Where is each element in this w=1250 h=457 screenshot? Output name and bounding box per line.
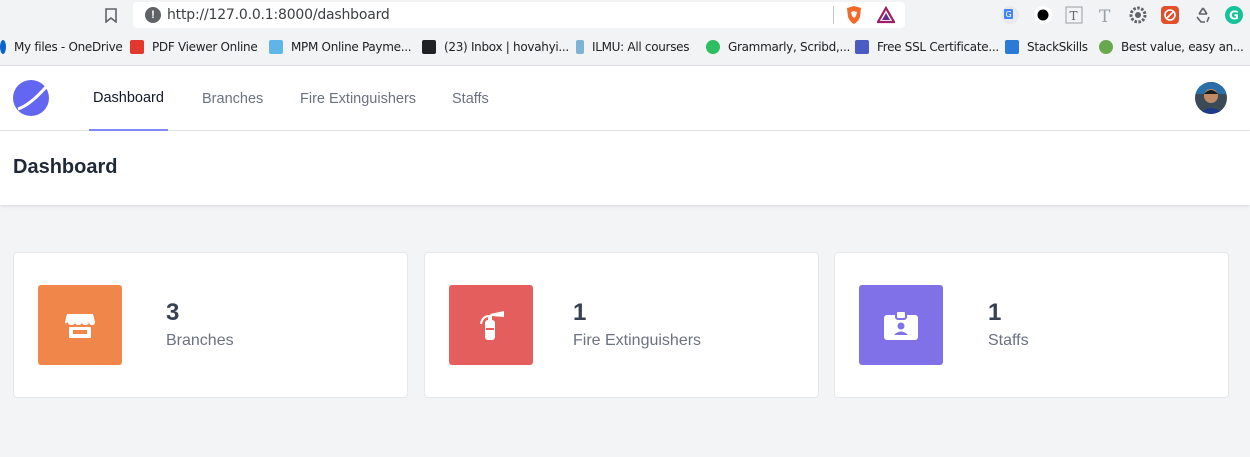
stat-card-branches[interactable]: 3 Branches	[13, 252, 408, 398]
evernote-icon	[706, 40, 720, 54]
bookmark-label: Grammarly, Scribd,...	[728, 40, 850, 54]
fire-extinguisher-icon	[449, 285, 533, 365]
ilmu-icon	[576, 40, 584, 54]
bookmark-item[interactable]: Free SSL Certificate...	[855, 38, 999, 56]
stat-count: 1	[573, 299, 587, 326]
brave-shield-icon[interactable]	[845, 5, 863, 25]
bookmark-label: (23) Inbox | hovahyi...	[444, 40, 569, 54]
svg-text:G: G	[1006, 10, 1012, 19]
bookmark-label: MPM Online Payme...	[291, 40, 412, 54]
app-navbar: Dashboard Branches Fire Extinguishers St…	[0, 66, 1250, 131]
stat-card-staffs[interactable]: 1 Staffs	[834, 252, 1229, 398]
block-icon[interactable]	[1160, 5, 1180, 25]
user-avatar[interactable]	[1195, 82, 1227, 114]
bookmark-icon[interactable]	[103, 6, 119, 24]
pdf-icon	[130, 40, 144, 54]
page-header: Dashboard	[0, 131, 1250, 205]
bookmark-label: My files - OneDrive	[14, 40, 123, 54]
bookmark-label: Free SSL Certificate...	[877, 40, 999, 54]
bookmark-item[interactable]: (23) Inbox | hovahyi...	[422, 38, 569, 56]
browser-chrome: ! http://127.0.0.1:8000/dashboard G T T	[0, 0, 1250, 66]
nav-fire-extinguishers[interactable]: Fire Extinguishers	[296, 66, 420, 131]
stat-count: 3	[166, 299, 180, 326]
recycle-icon[interactable]	[1193, 5, 1213, 25]
app-logo-icon[interactable]	[12, 79, 50, 117]
url-text[interactable]: http://127.0.0.1:8000/dashboard	[167, 7, 390, 23]
onedrive-icon	[0, 40, 6, 54]
nav-staffs[interactable]: Staffs	[448, 66, 493, 131]
site-info-icon[interactable]: !	[145, 7, 161, 23]
mpm-icon	[269, 40, 283, 54]
bookmark-label: StackSkills	[1027, 40, 1088, 54]
nav-dashboard[interactable]: Dashboard	[89, 66, 168, 131]
svg-text:T: T	[1070, 9, 1078, 23]
bookmark-item[interactable]: StackSkills	[1005, 38, 1088, 56]
record-icon[interactable]	[1033, 5, 1053, 25]
puzzle-icon	[855, 40, 869, 54]
bookmark-item[interactable]: My files - OneDrive	[0, 38, 123, 56]
bookmark-label: ILMU: All courses	[592, 40, 690, 54]
text-t-icon[interactable]: T	[1064, 5, 1084, 25]
address-bar[interactable]: ! http://127.0.0.1:8000/dashboard	[133, 2, 905, 28]
bookmark-item[interactable]: Grammarly, Scribd,...	[706, 38, 850, 56]
svg-text:T: T	[1099, 7, 1111, 25]
grammarly-icon[interactable]: G	[1224, 5, 1244, 25]
store-icon	[38, 285, 122, 365]
bookmark-label: PDF Viewer Online	[152, 40, 258, 54]
id-badge-icon	[859, 285, 943, 365]
stat-count: 1	[988, 299, 1002, 326]
nav-branches[interactable]: Branches	[198, 66, 267, 131]
address-row: ! http://127.0.0.1:8000/dashboard G T T	[0, 0, 1250, 30]
stat-label: Staffs	[988, 332, 1029, 349]
inbox-icon	[422, 40, 436, 54]
page-title: Dashboard	[13, 156, 118, 178]
bookmarks-bar: My files - OneDrive PDF Viewer Online MP…	[0, 36, 1250, 58]
stat-label: Fire Extinguishers	[573, 332, 702, 349]
stackskills-icon	[1005, 40, 1019, 54]
bookmark-label: Best value, easy an...	[1121, 40, 1244, 54]
svg-text:G: G	[1229, 9, 1239, 23]
gear-icon[interactable]	[1128, 5, 1148, 25]
stat-card-fire-extinguishers[interactable]: 1 Fire Extinguishers	[424, 252, 819, 398]
stat-label: Branches	[166, 332, 234, 349]
bookmark-item[interactable]: MPM Online Payme...	[269, 38, 412, 56]
bookmark-item[interactable]: ILMU: All courses	[576, 38, 689, 56]
bat-rewards-icon[interactable]	[877, 6, 895, 24]
bookmark-item[interactable]: PDF Viewer Online	[130, 38, 258, 56]
translate-icon[interactable]: G	[1000, 5, 1020, 25]
divider	[833, 6, 834, 24]
leaf-icon	[1099, 40, 1113, 54]
text-t-large-icon[interactable]: T	[1096, 5, 1116, 25]
bookmark-item[interactable]: Best value, easy an...	[1099, 38, 1244, 56]
